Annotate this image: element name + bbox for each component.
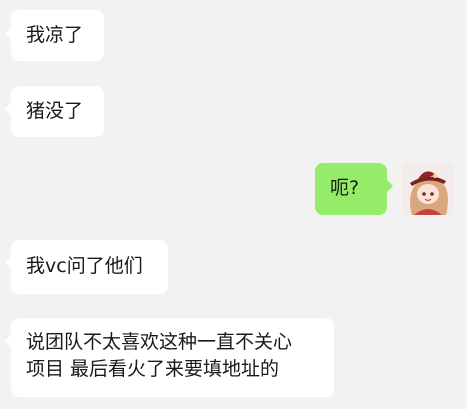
message-bubble-incoming[interactable]: 我vc问了他们 — [5, 240, 168, 294]
anime-character-avatar-icon — [402, 163, 454, 215]
message-text-line-2: 项目 最后看火了来要填地址的 — [26, 358, 280, 380]
message-text-line-1: 说团队不太喜欢这种一直不关心 — [26, 331, 293, 353]
message-text: 猪没了 — [26, 100, 84, 122]
user-avatar[interactable] — [402, 163, 454, 215]
message-text: 我凉了 — [26, 24, 84, 46]
message-bubble-incoming[interactable]: 猪没了 — [5, 86, 104, 137]
message-bubble-incoming[interactable]: 说团队不太喜欢这种一直不关心 项目 最后看火了来要填地址的 — [5, 318, 334, 397]
message-bubble-outgoing[interactable]: 呃? — [315, 163, 393, 215]
message-text: 呃? — [330, 177, 360, 199]
message-text: 我vc问了他们 — [26, 255, 143, 277]
message-bubble-incoming[interactable]: 我凉了 — [5, 10, 104, 61]
